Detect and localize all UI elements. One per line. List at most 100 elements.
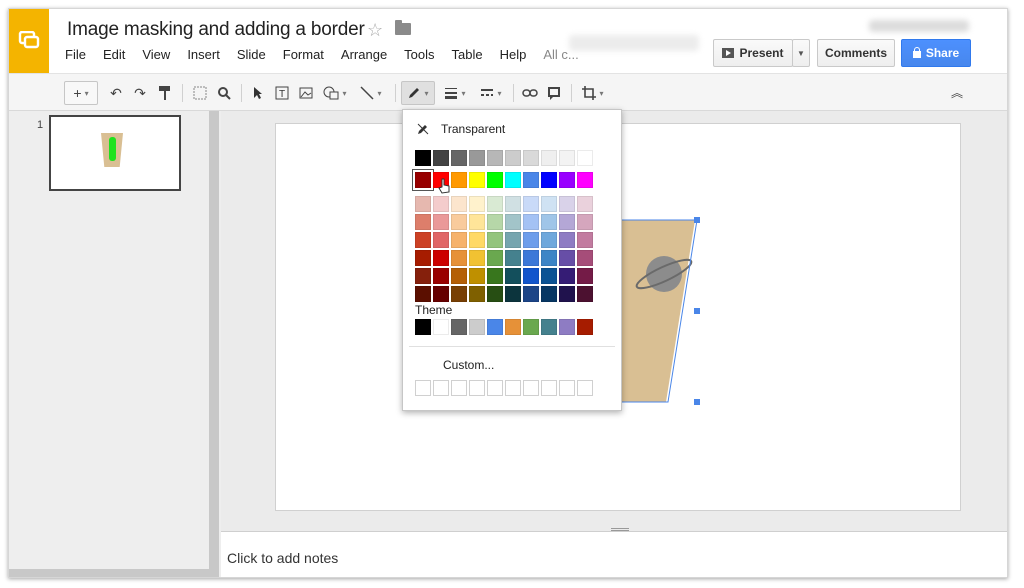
color-swatch[interactable] (559, 172, 575, 188)
theme-color-swatch[interactable] (487, 319, 503, 335)
color-swatch[interactable] (487, 250, 503, 266)
filmstrip-vertical-scrollbar[interactable] (209, 111, 219, 577)
theme-color-swatch[interactable] (451, 319, 467, 335)
color-swatch[interactable] (541, 214, 557, 230)
slide-thumbnail[interactable] (49, 115, 181, 191)
custom-color-slot[interactable] (505, 380, 521, 396)
color-swatch[interactable] (413, 170, 433, 190)
color-swatch[interactable] (469, 286, 485, 302)
menu-view[interactable]: View (142, 47, 170, 62)
color-swatch[interactable] (505, 214, 521, 230)
text-box-button[interactable]: T (271, 81, 293, 105)
comment-button[interactable] (543, 81, 565, 105)
color-swatch[interactable] (541, 250, 557, 266)
theme-color-swatch[interactable] (469, 319, 485, 335)
color-swatch[interactable] (541, 196, 557, 212)
menu-file[interactable]: File (65, 47, 86, 62)
color-swatch[interactable] (505, 150, 521, 166)
color-swatch[interactable] (559, 250, 575, 266)
speaker-notes[interactable]: Click to add notes (221, 531, 1007, 577)
folder-icon[interactable] (395, 20, 411, 35)
color-swatch[interactable] (541, 150, 557, 166)
color-swatch[interactable] (523, 172, 539, 188)
color-swatch[interactable] (505, 232, 521, 248)
color-swatch[interactable] (415, 232, 431, 248)
color-swatch[interactable] (469, 250, 485, 266)
redo-button[interactable]: ↷ (129, 81, 151, 105)
color-swatch[interactable] (415, 150, 431, 166)
document-title[interactable]: Image masking and adding a border (67, 19, 365, 41)
color-swatch[interactable] (523, 268, 539, 284)
present-options-button[interactable]: ▼ (792, 39, 810, 67)
color-swatch[interactable] (577, 250, 593, 266)
color-swatch[interactable] (415, 214, 431, 230)
slides-logo[interactable] (9, 9, 49, 73)
color-swatch[interactable] (559, 150, 575, 166)
color-swatch[interactable] (559, 268, 575, 284)
comments-button[interactable]: Comments (817, 39, 895, 67)
color-swatch[interactable] (577, 172, 593, 188)
color-swatch[interactable] (487, 214, 503, 230)
color-swatch[interactable] (433, 232, 449, 248)
color-swatch[interactable] (523, 196, 539, 212)
color-swatch[interactable] (469, 172, 485, 188)
line-button[interactable]: ▾ (355, 81, 387, 105)
color-swatch[interactable] (469, 232, 485, 248)
menu-arrange[interactable]: Arrange (341, 47, 387, 62)
crop-button[interactable]: ▾ (577, 81, 609, 105)
color-swatch[interactable] (577, 232, 593, 248)
star-icon[interactable]: ☆ (367, 20, 383, 41)
color-swatch[interactable] (505, 172, 521, 188)
color-swatch[interactable] (469, 150, 485, 166)
theme-color-swatch[interactable] (505, 319, 521, 335)
color-swatch[interactable] (469, 268, 485, 284)
color-swatch[interactable] (451, 150, 467, 166)
color-swatch[interactable] (559, 286, 575, 302)
insert-image-button[interactable] (295, 81, 317, 105)
color-swatch[interactable] (415, 286, 431, 302)
color-swatch[interactable] (523, 150, 539, 166)
paint-format-button[interactable] (154, 81, 176, 105)
color-swatch[interactable] (433, 150, 449, 166)
custom-color-slot[interactable] (469, 380, 485, 396)
share-button[interactable]: Share (901, 39, 971, 67)
custom-color-option[interactable]: Custom... (443, 358, 494, 372)
color-swatch[interactable] (433, 214, 449, 230)
theme-color-swatch[interactable] (433, 319, 449, 335)
color-swatch[interactable] (541, 232, 557, 248)
color-swatch[interactable] (433, 286, 449, 302)
color-swatch[interactable] (451, 250, 467, 266)
custom-color-slot[interactable] (451, 380, 467, 396)
border-dash-button[interactable]: ▾ (475, 81, 507, 105)
color-swatch[interactable] (523, 232, 539, 248)
border-color-button[interactable]: ▾ (401, 81, 435, 105)
theme-color-swatch[interactable] (415, 319, 431, 335)
color-swatch[interactable] (577, 286, 593, 302)
zoom-fit-button[interactable] (189, 81, 211, 105)
color-swatch[interactable] (451, 172, 467, 188)
color-swatch[interactable] (523, 250, 539, 266)
color-swatch[interactable] (487, 150, 503, 166)
color-swatch[interactable] (559, 214, 575, 230)
color-swatch[interactable] (433, 250, 449, 266)
color-swatch[interactable] (541, 268, 557, 284)
select-tool-button[interactable] (247, 81, 269, 105)
color-swatch[interactable] (577, 268, 593, 284)
menu-insert[interactable]: Insert (187, 47, 220, 62)
collapse-toolbar-button[interactable]: ︽ (947, 81, 967, 105)
color-swatch[interactable] (469, 214, 485, 230)
link-button[interactable] (519, 81, 541, 105)
color-swatch[interactable] (577, 196, 593, 212)
color-swatch[interactable] (451, 196, 467, 212)
color-swatch[interactable] (451, 214, 467, 230)
color-swatch[interactable] (523, 214, 539, 230)
color-swatch[interactable] (451, 232, 467, 248)
color-swatch[interactable] (505, 196, 521, 212)
color-swatch[interactable] (541, 172, 557, 188)
color-swatch[interactable] (487, 232, 503, 248)
menu-slide[interactable]: Slide (237, 47, 266, 62)
color-swatch[interactable] (415, 196, 431, 212)
menu-edit[interactable]: Edit (103, 47, 125, 62)
custom-color-slot[interactable] (433, 380, 449, 396)
color-swatch[interactable] (577, 214, 593, 230)
